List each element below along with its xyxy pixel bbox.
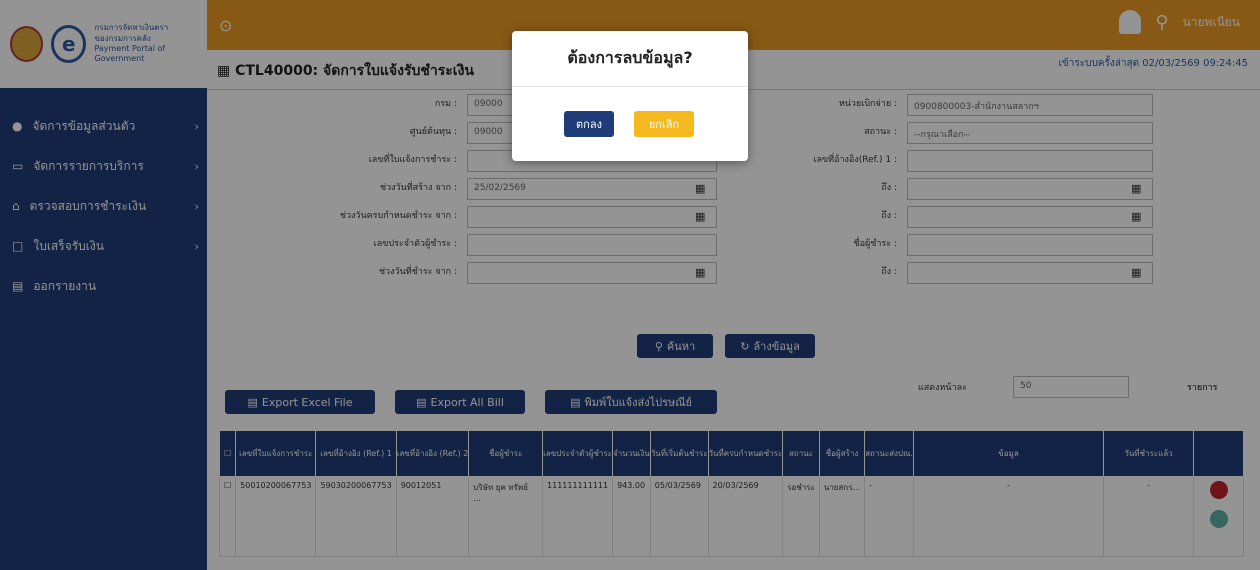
cancel-button[interactable]: ยกเลิก bbox=[634, 111, 694, 137]
dialog-title: ต้องการลบข้อมูล? bbox=[512, 31, 748, 87]
modal-overlay: ต้องการลบข้อมูล? ตกลง ยกเลิก bbox=[0, 0, 1260, 570]
confirm-dialog: ต้องการลบข้อมูล? ตกลง ยกเลิก bbox=[512, 31, 748, 161]
ok-button[interactable]: ตกลง bbox=[564, 111, 614, 137]
